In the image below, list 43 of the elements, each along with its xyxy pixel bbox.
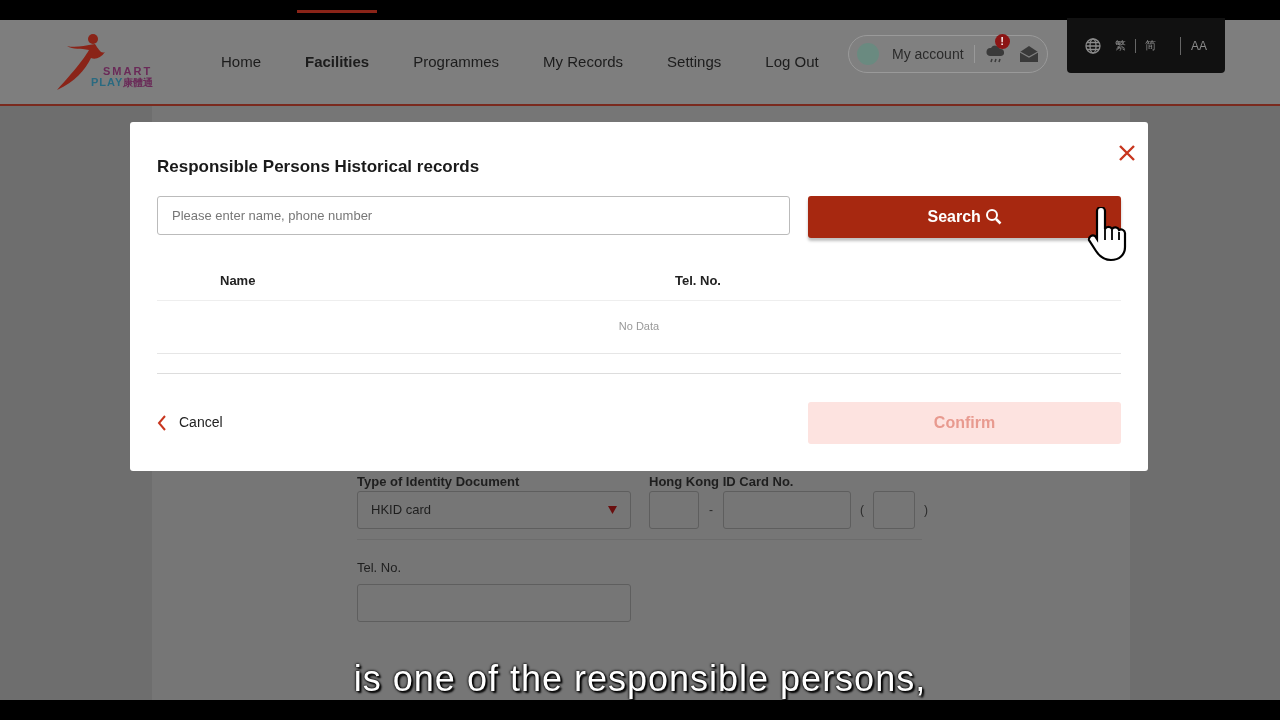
logo-bottom-text: PLAY [91,77,124,88]
dropdown-caret-icon [608,506,617,514]
close-icon[interactable] [1118,144,1136,162]
tel-field[interactable] [357,583,631,622]
subtitle: is one of the responsible persons, [352,657,928,701]
nav-link[interactable]: Settings [667,50,722,74]
globe-icon[interactable] [1085,37,1101,54]
mail-icon[interactable] [1018,45,1039,63]
field-label: Tel. No. [357,559,403,577]
search-button[interactable]: Search [808,195,1121,238]
rain-cloud-icon [984,43,1007,65]
alert-badge: ! [994,34,1010,49]
nav-link[interactable]: Programmes [413,50,500,74]
nav-link[interactable]: My Records [543,50,624,74]
field-label: Hong Kong ID Card No. [649,474,795,490]
nav-link[interactable]: Facilities [305,50,370,74]
column-header: Tel. No. [675,271,721,290]
cancel-button[interactable]: Cancel [157,412,223,433]
id-prefix-field[interactable] [649,491,699,529]
logo-top-text: SMART [103,66,154,77]
language-option[interactable]: 繁 [1115,37,1126,54]
paren-text: ) [924,502,928,519]
logo[interactable]: SMART PLAY康體通 [55,30,167,94]
id-number-field[interactable] [723,491,851,529]
account-pill[interactable]: My account ! [848,35,1048,73]
modal-title: Responsible Persons Historical records [157,156,480,178]
paren-text: ( [860,502,864,519]
font-size-toggle[interactable]: AA [1191,36,1207,55]
column-header: Name [220,271,257,290]
check-digit-field[interactable] [873,491,915,529]
empty-message: No Data [618,319,660,335]
search-field[interactable]: Please enter name, phone number [157,195,791,235]
chevron-left-icon [157,414,167,431]
nav-link[interactable]: Log Out [765,50,819,74]
hand-cursor-icon [1087,207,1127,263]
account-label: My account [892,44,964,64]
separator-text: - [709,502,713,519]
logo-chinese-text: 康體通 [123,78,154,88]
language-option[interactable]: 简 [1145,37,1156,54]
field-label: Type of Identity Document [357,474,521,490]
nav-link[interactable]: Home [221,50,261,74]
search-icon [984,208,1002,225]
id-type-dropdown[interactable]: HKID card [357,491,631,529]
